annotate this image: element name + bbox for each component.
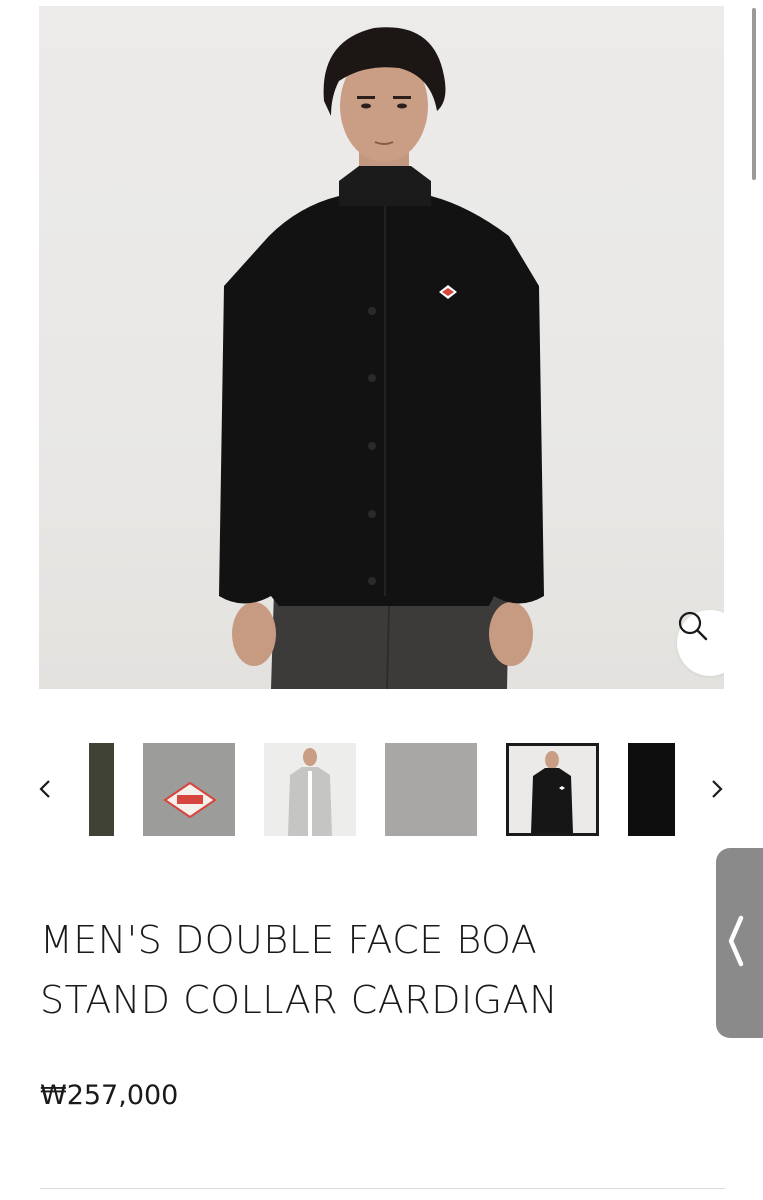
section-divider [40, 1188, 725, 1189]
product-title: MEN'S DOUBLE FACE BOA STAND COLLAR CARDI… [40, 910, 680, 1030]
chevron-right-icon [710, 778, 724, 805]
page-scrollbar[interactable] [752, 8, 756, 180]
thumbnail-prev-button[interactable] [33, 772, 57, 810]
edge-panel-handle[interactable] [716, 848, 763, 1038]
thumbnail-next-button[interactable] [705, 772, 729, 810]
chevron-left-icon [38, 778, 52, 805]
thumb-logo-closeup[interactable] [143, 743, 235, 836]
thumb-olive-fabric[interactable] [89, 743, 114, 836]
thumb-gray-fabric[interactable] [385, 743, 477, 836]
thumb-black-cardigan-model[interactable] [506, 743, 599, 836]
product-title-line1: MEN'S DOUBLE FACE BOA [40, 918, 538, 962]
product-title-line2: STAND COLLAR CARDIGAN [40, 978, 559, 1022]
thumb-black-fabric[interactable] [628, 743, 675, 836]
main-product-image[interactable] [39, 6, 724, 689]
model-photo [219, 27, 544, 689]
thumb-gray-cardigan-model[interactable] [264, 743, 356, 836]
product-price: ₩257,000 [40, 1080, 179, 1111]
chevron-left-icon [726, 914, 746, 973]
